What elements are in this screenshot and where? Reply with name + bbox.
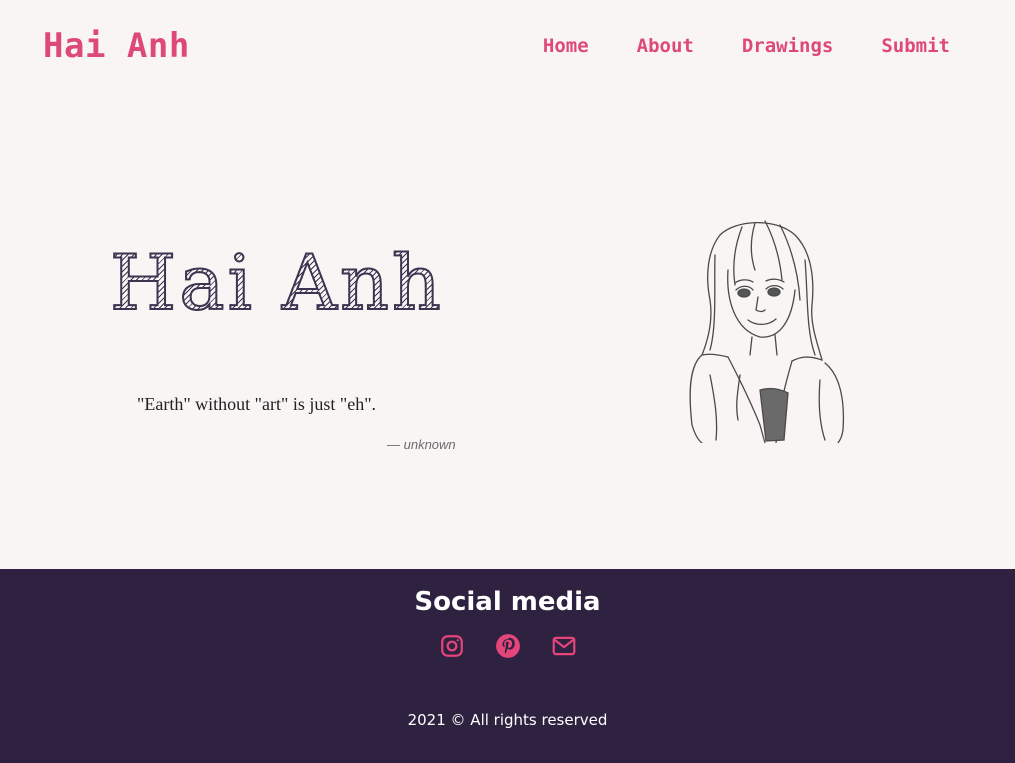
copyright-text: 2021 © All rights reserved <box>407 711 608 729</box>
instagram-icon[interactable] <box>439 633 465 659</box>
nav-drawings[interactable]: Drawings <box>742 35 834 57</box>
brand-logo[interactable]: Hai Anh <box>43 26 190 66</box>
main-nav: Home About Drawings Submit <box>543 35 950 57</box>
site-footer: Social media 2021 © All rights reserved <box>0 569 1015 763</box>
nav-about[interactable]: About <box>637 35 694 57</box>
quote-attribution: — unknown <box>387 437 456 452</box>
portrait-sketch-image <box>689 220 845 443</box>
social-heading: Social media <box>414 587 601 617</box>
email-icon[interactable] <box>551 633 577 659</box>
hero-title: Hai Anh <box>109 237 444 328</box>
site-header: Hai Anh Home About Drawings Submit <box>0 0 1015 96</box>
pinterest-icon[interactable] <box>495 633 521 659</box>
nav-home[interactable]: Home <box>543 35 589 57</box>
nav-submit[interactable]: Submit <box>881 35 950 57</box>
hero-quote: "Earth" without "art" is just "eh". <box>137 394 377 414</box>
social-links <box>0 633 1015 659</box>
